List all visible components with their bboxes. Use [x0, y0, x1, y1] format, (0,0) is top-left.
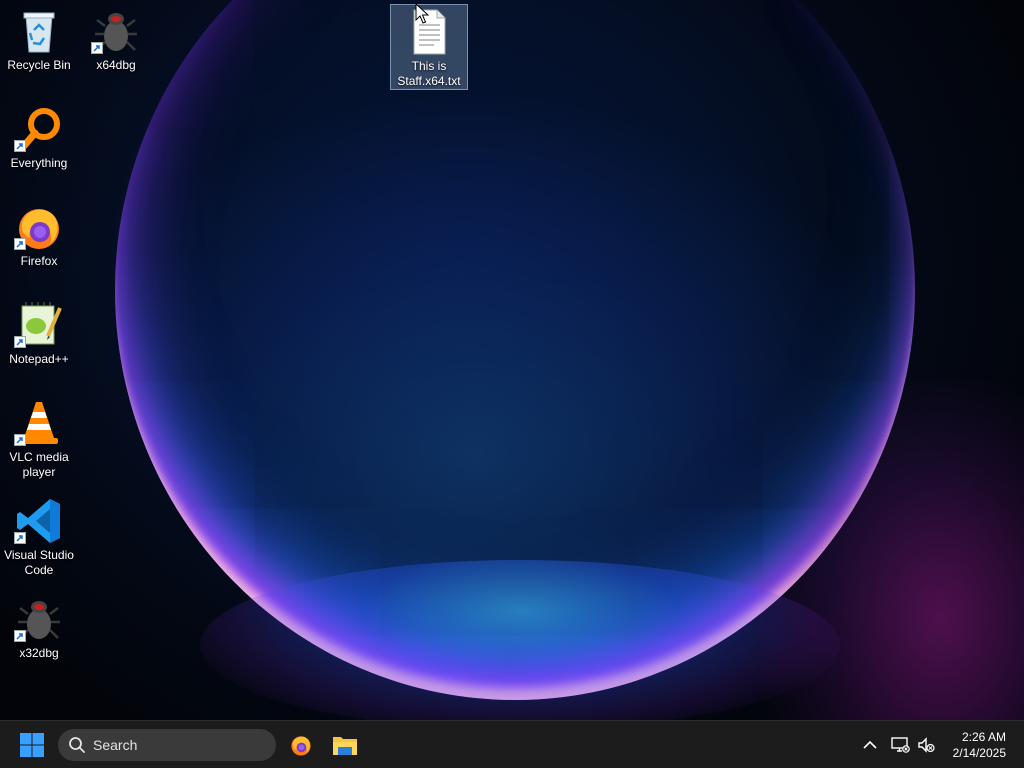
clock-time: 2:26 AM — [961, 730, 1006, 744]
firefox-icon — [14, 202, 64, 252]
x32dbg-bug-icon — [14, 594, 64, 644]
desktop-icon-label: Notepad++ — [9, 352, 69, 366]
shortcut-arrow-icon — [14, 630, 26, 642]
shortcut-arrow-icon — [14, 336, 26, 348]
desktop[interactable]: Recycle Bin x64dbg This is Staff.x64.txt… — [0, 0, 1024, 720]
tray-network[interactable] — [890, 735, 910, 755]
desktop-icon-text-file[interactable]: This is Staff.x64.txt — [390, 4, 468, 90]
desktop-icon-label: Firefox — [20, 254, 58, 268]
desktop-icon-label: Recycle Bin — [7, 58, 71, 72]
file-explorer-icon — [333, 737, 357, 755]
desktop-icon-firefox[interactable]: Firefox — [1, 202, 77, 269]
taskbar-firefox[interactable] — [283, 729, 319, 761]
desktop-icon-label: x32dbg — [19, 646, 59, 660]
shortcut-arrow-icon — [14, 532, 26, 544]
desktop-icon-label: This is Staff.x64.txt — [397, 59, 461, 88]
desktop-icon-x64dbg[interactable]: x64dbg — [78, 6, 154, 73]
firefox-icon — [291, 736, 311, 756]
chevron-up-icon — [863, 740, 877, 749]
speaker-muted-icon — [918, 737, 935, 753]
search-icon — [69, 737, 85, 753]
desktop-icon-recycle-bin[interactable]: Recycle Bin — [1, 6, 77, 73]
search-placeholder: Search — [93, 737, 138, 753]
tray-overflow-button[interactable] — [860, 735, 880, 755]
taskbar: Search 2:26 AM 2/14/2025 — [0, 720, 1024, 768]
start-button[interactable] — [14, 729, 50, 761]
shortcut-arrow-icon — [14, 238, 26, 250]
wallpaper-accent — [760, 380, 1024, 720]
desktop-icon-vscode[interactable]: Visual Studio Code — [1, 496, 77, 578]
text-file-icon — [404, 7, 454, 57]
taskbar-clock[interactable]: 2:26 AM 2/14/2025 — [936, 729, 1006, 761]
mouse-cursor-icon — [415, 3, 429, 24]
shortcut-arrow-icon — [14, 434, 26, 446]
shortcut-arrow-icon — [91, 42, 103, 54]
desktop-icon-x32dbg[interactable]: x32dbg — [1, 594, 77, 661]
wallpaper-glow — [200, 560, 840, 720]
desktop-icon-label: VLC media player — [9, 450, 69, 479]
desktop-icon-label: x64dbg — [96, 58, 136, 72]
taskbar-file-explorer[interactable] — [327, 729, 363, 761]
shortcut-arrow-icon — [14, 140, 26, 152]
x64dbg-bug-icon — [91, 6, 141, 56]
clock-date: 2/14/2025 — [952, 746, 1006, 760]
vlc-cone-icon — [14, 398, 64, 448]
network-icon — [891, 737, 910, 753]
desktop-icon-notepad-plus-plus[interactable]: Notepad++ — [1, 300, 77, 367]
windows-logo-icon — [20, 733, 44, 757]
recycle-bin-icon — [14, 6, 64, 56]
tray-volume[interactable] — [916, 735, 936, 755]
desktop-icon-label: Everything — [10, 156, 68, 170]
desktop-icon-everything[interactable]: Everything — [1, 104, 77, 171]
desktop-icon-label: Visual Studio Code — [4, 548, 74, 577]
desktop-icon-vlc[interactable]: VLC media player — [1, 398, 77, 480]
taskbar-search[interactable]: Search — [58, 729, 276, 761]
notepad-plus-plus-icon — [14, 300, 64, 350]
everything-magnifier-icon — [14, 104, 64, 154]
vscode-icon — [14, 496, 64, 546]
